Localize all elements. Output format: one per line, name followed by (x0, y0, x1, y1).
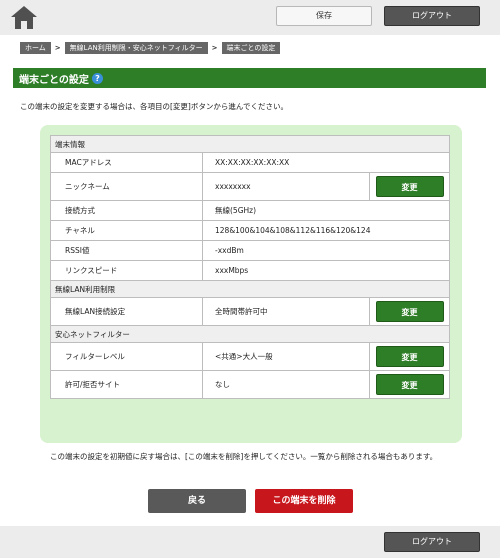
table-row: リンクスピード xxxMbps (50, 260, 450, 281)
nickname-value: xxxxxxxx (202, 172, 370, 201)
section-header: 端末情報 (50, 135, 450, 153)
link-speed-value: xxxMbps (202, 260, 450, 281)
change-filter-level-button[interactable]: 変更 (375, 346, 444, 367)
channel-value: 128&100&104&108&112&116&120&124 (202, 220, 450, 241)
save-button[interactable]: 保存 (276, 6, 372, 26)
table-row: RSSI値 -xxdBm (50, 240, 450, 261)
logout-button-bottom[interactable]: ログアウト (384, 532, 480, 552)
table-row: 許可/拒否サイト なし 変更 (50, 370, 450, 399)
allow-deny-value: なし (202, 370, 370, 399)
change-nickname-button[interactable]: 変更 (375, 176, 444, 197)
filter-level-value: <共通>大人一般 (202, 342, 370, 371)
rssi-value: -xxdBm (202, 240, 450, 261)
allow-deny-label: 許可/拒否サイト (50, 370, 203, 399)
section-header: 安心ネットフィルター (50, 325, 450, 343)
table-row: 無線LAN接続設定 全時間帯許可中 変更 (50, 297, 450, 326)
settings-panel: 端末情報 MACアドレス XX:XX:XX:XX:XX:XX ニックネーム xx… (40, 125, 462, 443)
back-button[interactable]: 戻る (148, 489, 246, 513)
breadcrumb: ホーム > 無線LAN利用制限・安心ネットフィルター > 端末ごとの設定 (20, 41, 281, 55)
table-row: 接続方式 無線(5GHz) (50, 200, 450, 221)
logout-button[interactable]: ログアウト (384, 6, 480, 26)
filter-level-label: フィルターレベル (50, 342, 203, 371)
page-title: 端末ごとの設定 (19, 74, 89, 86)
page-title-bar: 端末ごとの設定 ? (13, 68, 486, 88)
breadcrumb-separator: > (211, 44, 218, 52)
home-icon[interactable] (10, 4, 38, 30)
section-device-info: 端末情報 (50, 135, 450, 153)
section-net-filter: 安心ネットフィルター (50, 325, 450, 343)
breadcrumb-wlan-filter[interactable]: 無線LAN利用制限・安心ネットフィルター (64, 42, 208, 54)
rssi-label: RSSI値 (50, 240, 203, 261)
breadcrumb-separator: > (54, 44, 61, 52)
table-row: ニックネーム xxxxxxxx 変更 (50, 172, 450, 201)
change-wlan-setting-button[interactable]: 変更 (375, 301, 444, 322)
mac-value: XX:XX:XX:XX:XX:XX (202, 152, 450, 173)
connection-label: 接続方式 (50, 200, 203, 221)
bottom-bar: ログアウト (0, 526, 500, 558)
delete-device-button[interactable]: この端末を削除 (255, 489, 353, 513)
breadcrumb-current: 端末ごとの設定 (221, 42, 281, 54)
section-header: 無線LAN利用制限 (50, 280, 450, 298)
wlan-setting-label: 無線LAN接続設定 (50, 297, 203, 326)
change-allow-deny-button[interactable]: 変更 (375, 374, 444, 395)
connection-value: 無線(5GHz) (202, 200, 450, 221)
table-row: チャネル 128&100&104&108&112&116&120&124 (50, 220, 450, 241)
table-row: フィルターレベル <共通>大人一般 変更 (50, 342, 450, 371)
channel-label: チャネル (50, 220, 203, 241)
wlan-setting-value: 全時間帯許可中 (202, 297, 370, 326)
mac-label: MACアドレス (50, 152, 203, 173)
link-speed-label: リンクスピード (50, 260, 203, 281)
page-description: この端末の設定を変更する場合は、各項目の[変更]ボタンから進んでください。 (20, 102, 288, 111)
top-bar: 保存 ログアウト (0, 0, 500, 35)
nickname-label: ニックネーム (50, 172, 203, 201)
reset-note: この端末の設定を初期値に戻す場合は、[この端末を削除]を押してください。一覧から… (50, 452, 438, 461)
section-wlan-limit: 無線LAN利用制限 (50, 280, 450, 298)
breadcrumb-home[interactable]: ホーム (20, 42, 51, 54)
help-icon[interactable]: ? (91, 72, 103, 84)
device-settings-table: 端末情報 MACアドレス XX:XX:XX:XX:XX:XX ニックネーム xx… (50, 135, 450, 399)
table-row: MACアドレス XX:XX:XX:XX:XX:XX (50, 152, 450, 173)
